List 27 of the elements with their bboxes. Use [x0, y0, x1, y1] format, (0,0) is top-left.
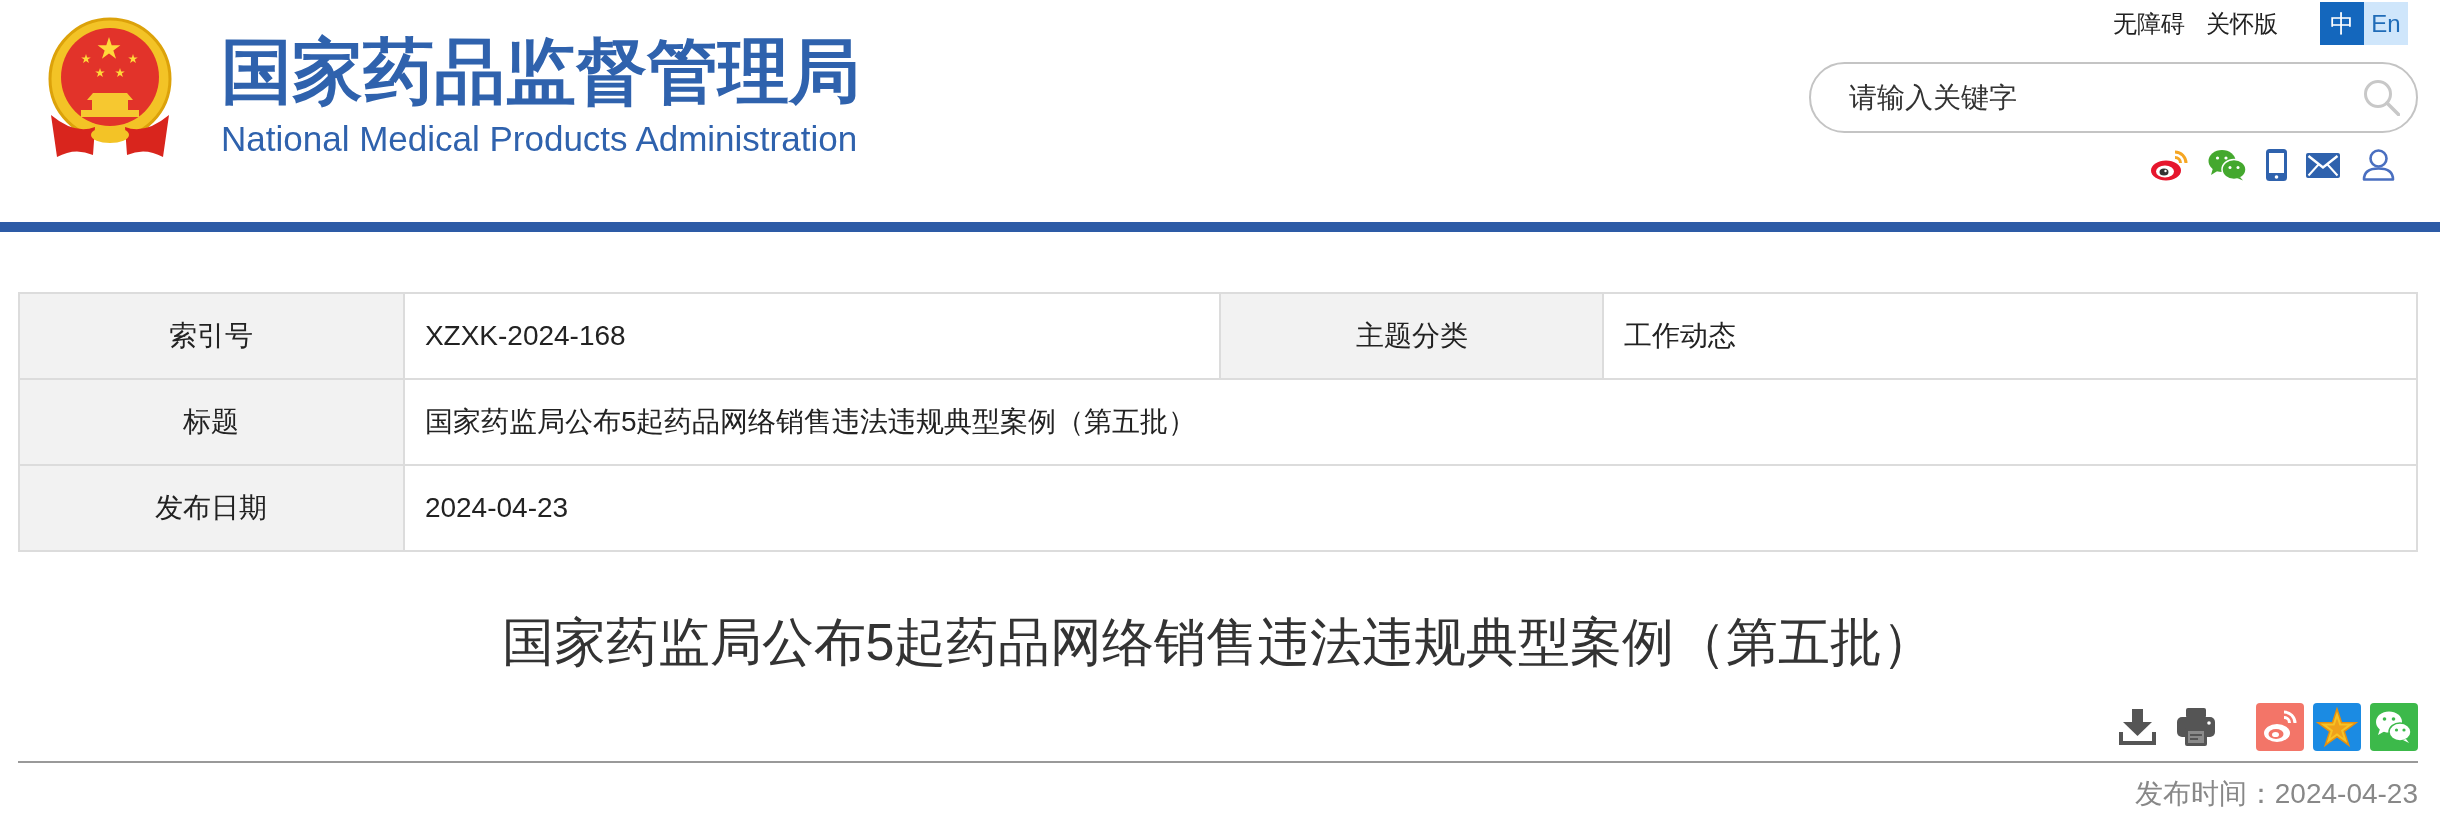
- site-subtitle: National Medical Products Administration: [221, 119, 859, 159]
- user-icon[interactable]: [2362, 149, 2395, 181]
- value-cell: 工作动态: [1602, 293, 2417, 379]
- phone-icon[interactable]: [2266, 149, 2287, 181]
- label-cell: 索引号: [19, 293, 404, 379]
- label-cell: 标题: [19, 379, 404, 465]
- wechat-share-icon[interactable]: [2370, 703, 2418, 751]
- print-icon[interactable]: [2177, 708, 2215, 746]
- label-cell: 主题分类: [1220, 293, 1603, 379]
- language-tab[interactable]: En: [2364, 2, 2408, 45]
- site-title: 国家药品监督管理局: [221, 32, 860, 112]
- value-cell: XZXK-2024-168: [403, 293, 1221, 379]
- wechat-icon[interactable]: [2208, 149, 2247, 181]
- star-share-icon[interactable]: [2313, 703, 2361, 751]
- download-icon[interactable]: [2119, 709, 2156, 745]
- weibo-icon[interactable]: [2150, 149, 2189, 181]
- publish-time: 发布时间：2024-04-23: [2133, 778, 2418, 810]
- value-cell: 国家药监局公布5起药品网络销售违法违规典型案例（第五批）: [403, 379, 2417, 465]
- mail-icon[interactable]: [2306, 152, 2340, 178]
- top-link[interactable]: 关怀版: [2206, 7, 2278, 40]
- label-cell: 发布日期: [19, 465, 404, 551]
- weibo-share-icon[interactable]: [2256, 703, 2304, 751]
- language-tab[interactable]: 中: [2320, 2, 2364, 45]
- article-title: 国家药监局公布5起药品网络销售违法违规典型案例（第五批）: [500, 612, 1936, 673]
- top-link[interactable]: 无障碍: [2113, 7, 2185, 40]
- search-field[interactable]: 请输入关键字: [1809, 62, 2418, 133]
- value-cell: 2024-04-23: [403, 465, 2417, 551]
